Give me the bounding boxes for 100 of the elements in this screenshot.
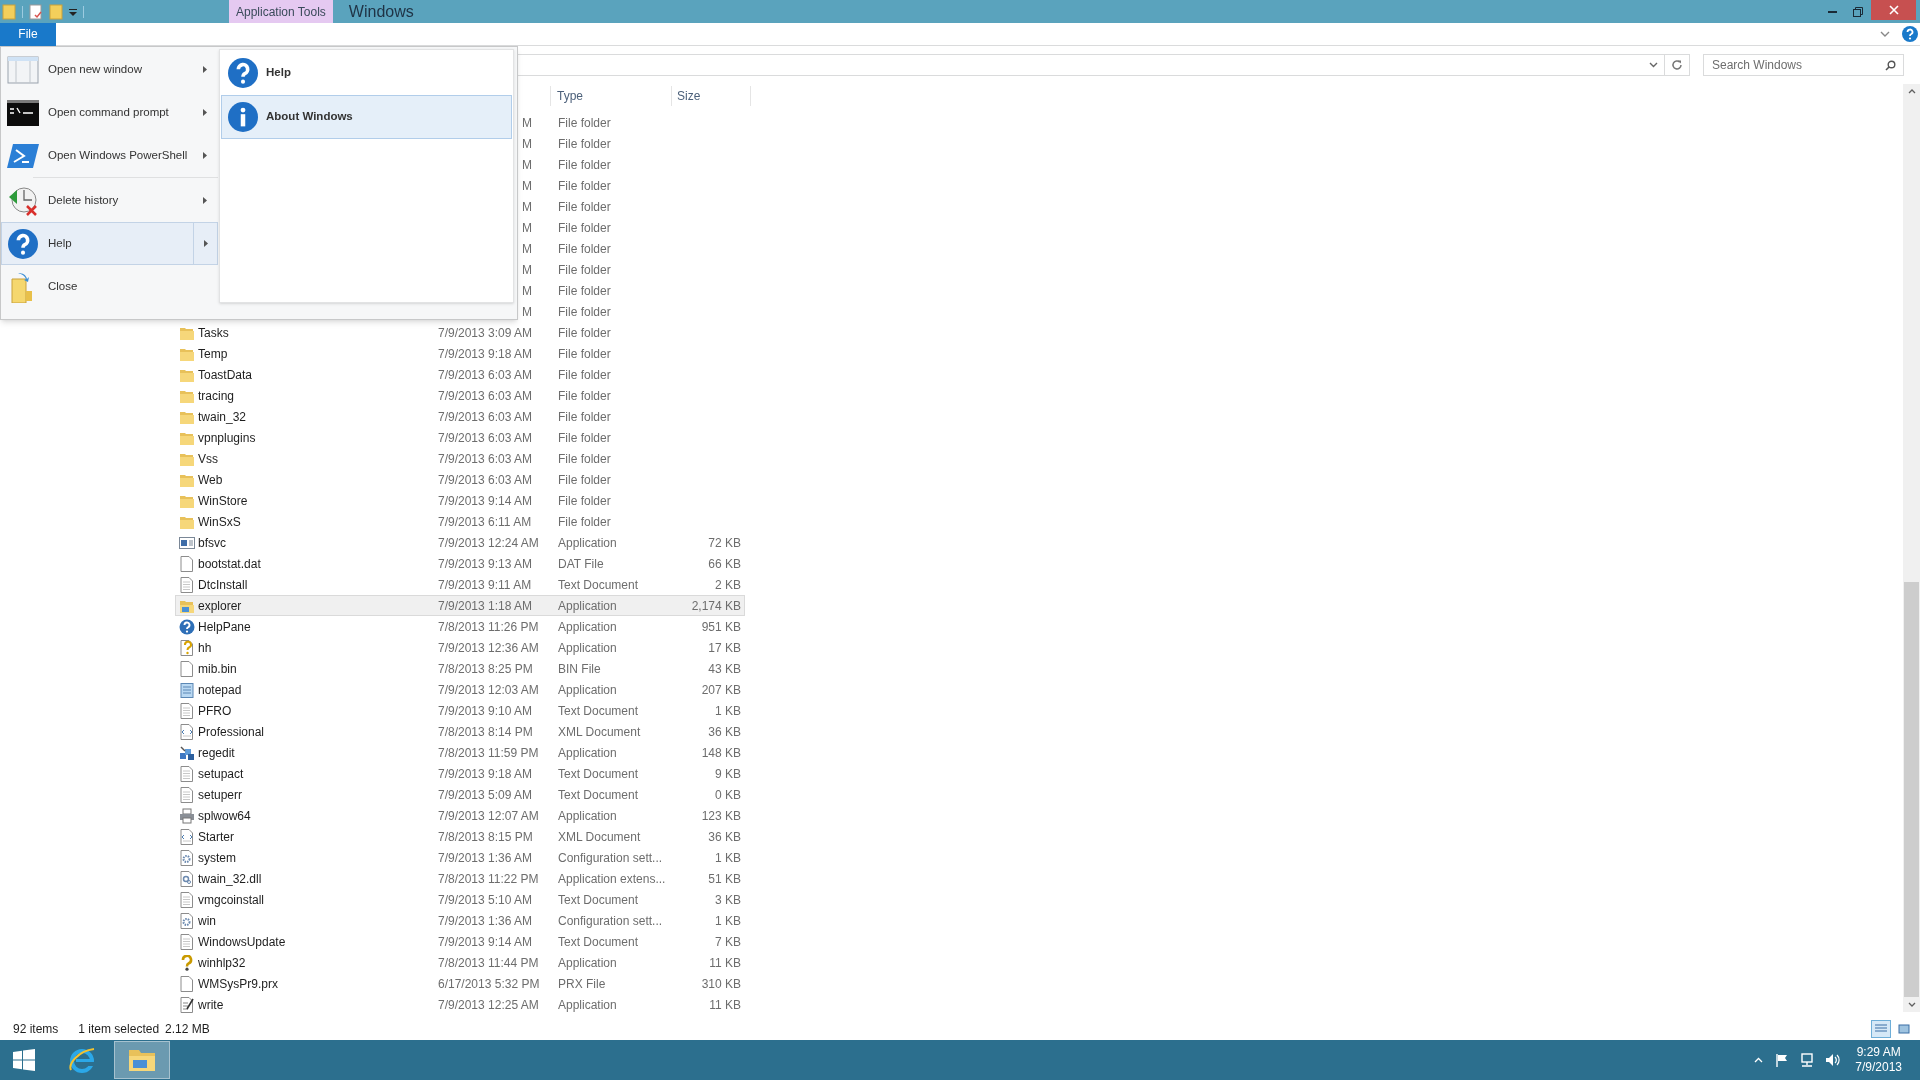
cubes-icon: [179, 744, 195, 761]
file-row[interactable]: WMSysPr9.prx 6/17/2013 5:32 PM PRX File 310 KB: [175, 973, 745, 994]
menu-item[interactable]: Delete history: [1, 179, 218, 222]
file-type: File folder: [558, 471, 612, 489]
file-row[interactable]: Tasks 7/9/2013 3:09 AM File folder: [175, 322, 745, 343]
file-type: Text Document: [558, 786, 640, 804]
item-count: 92 items: [13, 1021, 59, 1038]
file-type: Application: [558, 618, 618, 636]
file-row[interactable]: notepad 7/9/2013 12:03 AM Application 207 KB: [175, 679, 745, 700]
refresh-button[interactable]: [1665, 54, 1690, 76]
date-modified: 7/9/2013 6:03 AM: [438, 471, 533, 489]
file-name: ToastData: [198, 366, 254, 384]
dropdown-icon[interactable]: [69, 7, 77, 16]
file-row[interactable]: twain_32.dll 7/8/2013 11:22 PM Application extens... 51 KB: [175, 868, 745, 889]
file-row[interactable]: WinSxS 7/9/2013 6:11 AM File folder: [175, 511, 745, 532]
submenu-item[interactable]: About Windows: [221, 95, 512, 139]
file-row[interactable]: setuperr 7/9/2013 5:09 AM Text Document 0 KB: [175, 784, 745, 805]
menu-item[interactable]: Open command prompt: [1, 91, 218, 134]
file-type: Text Document: [558, 702, 640, 720]
file-name: twain_32.dll: [198, 870, 263, 888]
file-size: 2 KB: [715, 576, 741, 594]
file-name: WinSxS: [198, 513, 242, 531]
file-type: Application: [558, 954, 618, 972]
menu-item[interactable]: Open new window: [1, 48, 218, 91]
clock[interactable]: 9:29 AM 7/9/2013: [1855, 1045, 1902, 1075]
text-file-icon: [179, 765, 195, 782]
file-type: Text Document: [558, 576, 640, 594]
file-size: 43 KB: [708, 660, 741, 678]
file-row[interactable]: setupact 7/9/2013 9:18 AM Text Document 9 KB: [175, 763, 745, 784]
file-row[interactable]: hh 7/9/2013 12:36 AM Application 17 KB: [175, 637, 745, 658]
file-row[interactable]: ToastData 7/9/2013 6:03 AM File folder: [175, 364, 745, 385]
file-row[interactable]: regedit 7/8/2013 11:59 PM Application 148 KB: [175, 742, 745, 763]
scroll-thumb[interactable]: [1904, 582, 1919, 997]
file-type: Application: [558, 534, 618, 552]
file-type: File folder: [558, 324, 612, 342]
menu-item[interactable]: Open Windows PowerShell: [1, 134, 218, 177]
file-row[interactable]: win 7/9/2013 1:36 AM Configuration sett... 1 KB: [175, 910, 745, 931]
file-row[interactable]: explorer 7/9/2013 1:18 AM Application 2,174 KB: [175, 595, 745, 616]
file-row[interactable]: system 7/9/2013 1:36 AM Configuration sett... 1 KB: [175, 847, 745, 868]
help-icon[interactable]: [1902, 26, 1918, 42]
volume-icon[interactable]: [1825, 1053, 1842, 1067]
flag-icon[interactable]: [1775, 1053, 1790, 1067]
date-modified: 7/9/2013 1:36 AM: [438, 849, 533, 867]
network-icon[interactable]: [1799, 1053, 1816, 1067]
taskbar-button[interactable]: [114, 1041, 170, 1079]
file-row[interactable]: PFRO 7/9/2013 9:10 AM Text Document 1 KB: [175, 700, 745, 721]
date-modified: 7/9/2013 12:07 AM: [438, 807, 539, 825]
window-title: Windows: [348, 1, 414, 22]
file-name: explorer: [198, 597, 243, 615]
file-size: 148 KB: [701, 744, 741, 762]
column-header[interactable]: Type: [551, 87, 671, 105]
file-row[interactable]: WinStore 7/9/2013 9:14 AM File folder: [175, 490, 745, 511]
expand-ribbon-icon[interactable]: [1880, 31, 1890, 37]
date-modified: 7/9/2013 9:11 AM: [438, 576, 532, 594]
file-row[interactable]: Vss 7/9/2013 6:03 AM File folder: [175, 448, 745, 469]
submenu-item-label: About Windows: [266, 109, 353, 125]
file-row[interactable]: write 7/9/2013 12:25 AM Application 11 KB: [175, 994, 745, 1015]
file-tab[interactable]: File: [0, 22, 56, 46]
file-row[interactable]: vpnplugins 7/9/2013 6:03 AM File folder: [175, 427, 745, 448]
column-header[interactable]: Size: [672, 87, 750, 105]
settings-file-icon: [179, 870, 195, 887]
date-modified: M: [522, 114, 532, 132]
file-type: File folder: [558, 450, 612, 468]
file-row[interactable]: bootstat.dat 7/9/2013 9:13 AM DAT File 66 KB: [175, 553, 745, 574]
file-type: File folder: [558, 492, 612, 510]
date-modified: M: [522, 198, 532, 216]
file-row[interactable]: HelpPane 7/8/2013 11:26 PM Application 951 KB: [175, 616, 745, 637]
date-modified: M: [522, 156, 532, 174]
text-file-icon: [179, 933, 195, 950]
file-row[interactable]: WindowsUpdate 7/9/2013 9:14 AM Text Document 7 KB: [175, 931, 745, 952]
scroll-up-icon[interactable]: [1907, 89, 1916, 94]
file-row[interactable]: Web 7/9/2013 6:03 AM File folder: [175, 469, 745, 490]
properties-icon[interactable]: [29, 3, 43, 20]
context-tab[interactable]: Application Tools: [229, 0, 333, 23]
menu-item[interactable]: Close: [1, 265, 218, 308]
file-row[interactable]: tracing 7/9/2013 6:03 AM File folder: [175, 385, 745, 406]
file-row[interactable]: twain_32 7/9/2013 6:03 AM File folder: [175, 406, 745, 427]
file-row[interactable]: mib.bin 7/8/2013 8:25 PM BIN File 43 KB: [175, 658, 745, 679]
menu-item[interactable]: Help: [1, 222, 218, 265]
submenu-item[interactable]: Help: [221, 51, 512, 95]
file-type: File folder: [558, 513, 612, 531]
scrollbar[interactable]: [1903, 84, 1920, 1012]
file-row[interactable]: Professional 7/8/2013 8:14 PM XML Document 36 KB: [175, 721, 745, 742]
file-type: XML Document: [558, 723, 642, 741]
file-size: 36 KB: [708, 828, 741, 846]
dropdown-icon[interactable]: [1649, 62, 1658, 68]
file-row[interactable]: DtcInstall 7/9/2013 9:11 AM Text Document 2 KB: [175, 574, 745, 595]
file-row[interactable]: winhlp32 7/8/2013 11:44 PM Application 11 KB: [175, 952, 745, 973]
file-size: 123 KB: [701, 807, 741, 825]
close-button[interactable]: [1871, 0, 1916, 20]
file-icon: [179, 660, 195, 677]
scroll-down-icon[interactable]: [1907, 1002, 1916, 1007]
date-modified: 7/9/2013 6:03 AM: [438, 366, 533, 384]
file-row[interactable]: vmgcoinstall 7/9/2013 5:10 AM Text Document 3 KB: [175, 889, 745, 910]
search-field[interactable]: Search Windows: [1703, 54, 1904, 76]
file-row[interactable]: Temp 7/9/2013 9:18 AM File folder: [175, 343, 745, 364]
browser-e-icon: [68, 1046, 96, 1074]
file-row[interactable]: bfsvc 7/9/2013 12:24 AM Application 72 KB: [175, 532, 745, 553]
file-row[interactable]: splwow64 7/9/2013 12:07 AM Application 123 KB: [175, 805, 745, 826]
file-row[interactable]: Starter 7/8/2013 8:15 PM XML Document 36 KB: [175, 826, 745, 847]
